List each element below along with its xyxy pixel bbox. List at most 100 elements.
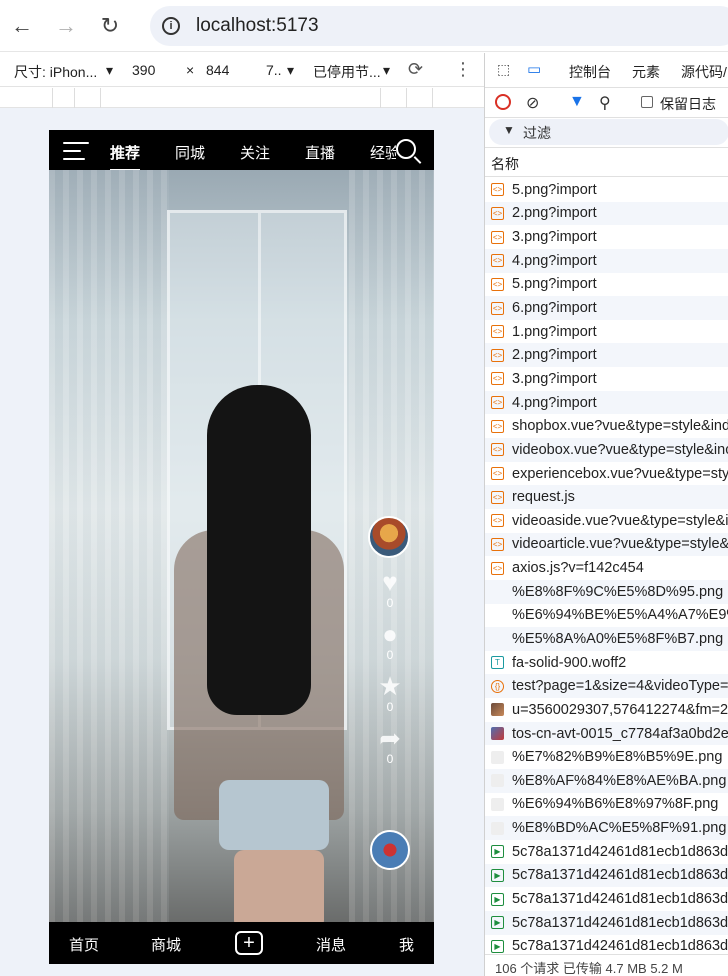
clear-icon[interactable]: ⊘ bbox=[526, 93, 539, 113]
request-row[interactable]: %E8%BD%AC%E5%8F%91.png bbox=[485, 816, 728, 840]
request-row[interactable]: Tfa-solid-900.woff2 bbox=[485, 651, 728, 675]
request-row[interactable]: <> videoaside.vue?vue&type=style&i bbox=[485, 509, 728, 533]
favorite-action[interactable]: ★ 0 bbox=[368, 672, 412, 714]
zoom-select[interactable]: 7.. bbox=[266, 62, 282, 78]
request-name: 5c78a1371d42461d81ecb1d863de bbox=[512, 914, 728, 931]
filter-icon[interactable]: ▼ bbox=[569, 93, 585, 111]
music-disc-avatar[interactable] bbox=[370, 830, 410, 870]
dropdown-icon[interactable]: ▾ bbox=[383, 62, 390, 79]
photo-file-icon bbox=[491, 703, 504, 717]
blank-file-icon bbox=[491, 609, 504, 622]
nav-shop[interactable]: 商城 bbox=[151, 934, 181, 955]
reload-icon[interactable]: ↻ bbox=[88, 6, 132, 46]
request-name: 6.png?import bbox=[512, 300, 597, 317]
author-avatar[interactable] bbox=[368, 516, 410, 558]
heart-icon[interactable]: ♥ bbox=[375, 568, 405, 596]
request-name: experiencebox.vue?vue&type=style bbox=[512, 465, 728, 482]
site-info-icon[interactable]: i bbox=[162, 17, 180, 35]
request-row[interactable]: ▶ 5c78a1371d42461d81ecb1d863de bbox=[485, 887, 728, 911]
request-row[interactable]: tos-cn-avt-0015_c7784af3a0bd2e7 bbox=[485, 721, 728, 746]
request-name: 5c78a1371d42461d81ecb1d863de bbox=[512, 843, 728, 860]
code-file-icon: <> bbox=[491, 348, 504, 362]
request-row[interactable]: <> 6.png?import bbox=[485, 296, 728, 320]
device-select[interactable]: 尺寸: iPhon... bbox=[14, 62, 97, 82]
request-name: shopbox.vue?vue&type=style&inde bbox=[512, 418, 728, 435]
tab-elements[interactable]: 元素 bbox=[632, 62, 660, 82]
tab-following[interactable]: 关注 bbox=[240, 142, 270, 163]
rotate-icon[interactable]: ⟳ bbox=[408, 59, 423, 80]
request-row[interactable]: <> 4.png?import bbox=[485, 248, 728, 273]
forward-icon[interactable]: → bbox=[44, 6, 88, 46]
dropdown-icon[interactable]: ▾ bbox=[287, 62, 294, 79]
url-text[interactable]: localhost:5173 bbox=[196, 15, 319, 37]
request-row[interactable]: <> 4.png?import bbox=[485, 390, 728, 415]
request-list: <> 5.png?import <> 2.png?import <> 3.png?impo… bbox=[485, 178, 728, 958]
comment-action[interactable]: ● 0 bbox=[368, 620, 412, 662]
request-row[interactable]: <> request.js bbox=[485, 485, 728, 509]
filter-input[interactable]: ▼ 过滤 bbox=[489, 119, 728, 145]
like-action[interactable]: ♥ 0 bbox=[368, 568, 412, 610]
tab-local[interactable]: 同城 bbox=[175, 142, 205, 163]
nav-messages[interactable]: 消息 bbox=[316, 934, 346, 955]
menu-icon[interactable] bbox=[63, 142, 89, 162]
column-header-name[interactable]: 名称 bbox=[485, 147, 728, 177]
phone-viewport: 推荐 同城 关注 直播 经验 ♥ 0 ● 0 ★ 0 ➦ 0 首页 商城 + 消… bbox=[49, 130, 434, 964]
width-input[interactable]: 390 bbox=[132, 62, 155, 78]
media-file-icon: ▶ bbox=[491, 916, 504, 930]
star-icon[interactable]: ★ bbox=[375, 672, 405, 700]
request-row[interactable]: %E6%94%BE%E5%A4%A7%E9%95% bbox=[485, 604, 728, 628]
request-row[interactable]: %E8%AF%84%E8%AE%BA.png bbox=[485, 769, 728, 793]
request-name: 5c78a1371d42461d81ecb1d863de bbox=[512, 891, 728, 908]
preserve-log-checkbox[interactable] bbox=[641, 96, 653, 108]
request-row[interactable]: ▶ 5c78a1371d42461d81ecb1d863de bbox=[485, 840, 728, 864]
request-row[interactable]: %E7%82%B9%E8%B5%9E.png bbox=[485, 745, 728, 769]
back-icon[interactable]: ← bbox=[0, 6, 44, 46]
request-row[interactable]: <> 2.png?import bbox=[485, 201, 728, 226]
request-row[interactable]: <> 2.png?import bbox=[485, 343, 728, 368]
record-icon[interactable] bbox=[495, 94, 511, 110]
request-row[interactable]: <> 3.png?import bbox=[485, 225, 728, 249]
nav-home[interactable]: 首页 bbox=[69, 934, 99, 955]
devtools-tabs: ⬚ ▭ 控制台 元素 源代码/ bbox=[485, 53, 728, 88]
request-row[interactable]: {} test?page=1&size=4&videoType= bbox=[485, 674, 728, 699]
request-name: 4.png?import bbox=[512, 394, 597, 411]
request-row[interactable]: ▶ 5c78a1371d42461d81ecb1d863de bbox=[485, 910, 728, 935]
search-icon[interactable] bbox=[396, 139, 416, 159]
more-icon[interactable]: ⋮ bbox=[454, 59, 472, 80]
code-file-icon: <> bbox=[491, 183, 504, 197]
request-row[interactable]: u=3560029307,576412274&fm=253 bbox=[485, 698, 728, 722]
height-input[interactable]: 844 bbox=[206, 62, 229, 78]
request-name: tos-cn-avt-0015_c7784af3a0bd2e7 bbox=[512, 725, 728, 742]
address-bar[interactable]: i localhost:5173 bbox=[150, 6, 728, 46]
request-row[interactable]: <> axios.js?v=f142c454 bbox=[485, 556, 728, 580]
share-icon[interactable]: ➦ bbox=[375, 724, 405, 752]
request-row[interactable]: <> 3.png?import bbox=[485, 367, 728, 391]
publish-button[interactable]: + bbox=[235, 931, 263, 955]
request-row[interactable]: <> 1.png?import bbox=[485, 320, 728, 344]
tab-live[interactable]: 直播 bbox=[305, 142, 335, 163]
request-row[interactable]: <> videobox.vue?vue&type=style&inc bbox=[485, 438, 728, 462]
throttle-select[interactable]: 已停用节... bbox=[313, 62, 381, 82]
request-row[interactable]: %E5%8A%A0%E5%8F%B7.png bbox=[485, 627, 728, 651]
request-row[interactable]: <> 5.png?import bbox=[485, 273, 728, 297]
dropdown-icon[interactable]: ▾ bbox=[106, 62, 113, 79]
share-action[interactable]: ➦ 0 bbox=[368, 724, 412, 766]
request-row[interactable]: %E6%94%B6%E8%97%8F.png bbox=[485, 793, 728, 817]
tab-experience[interactable]: 经验 bbox=[370, 142, 396, 163]
tab-recommend[interactable]: 推荐 bbox=[110, 142, 141, 171]
request-row[interactable]: <> shopbox.vue?vue&type=style&inde bbox=[485, 414, 728, 438]
request-row[interactable]: <> 5.png?import bbox=[485, 178, 728, 202]
search-icon[interactable]: ⚲ bbox=[599, 93, 611, 113]
nav-me[interactable]: 我 bbox=[399, 934, 414, 955]
request-row[interactable]: %E8%8F%9C%E5%8D%95.png bbox=[485, 579, 728, 604]
filter-label: 过滤 bbox=[523, 125, 551, 141]
photo2-file-icon bbox=[491, 727, 504, 741]
tab-sources[interactable]: 源代码/ bbox=[681, 62, 727, 82]
inspect-icon[interactable]: ⬚ bbox=[497, 61, 510, 78]
comment-icon[interactable]: ● bbox=[375, 620, 405, 648]
device-toggle-icon[interactable]: ▭ bbox=[527, 60, 541, 78]
request-row[interactable]: ▶ 5c78a1371d42461d81ecb1d863de bbox=[485, 863, 728, 888]
request-row[interactable]: <> videoarticle.vue?vue&type=style& bbox=[485, 532, 728, 557]
request-row[interactable]: <> experiencebox.vue?vue&type=style bbox=[485, 462, 728, 486]
tab-console[interactable]: 控制台 bbox=[569, 62, 611, 82]
